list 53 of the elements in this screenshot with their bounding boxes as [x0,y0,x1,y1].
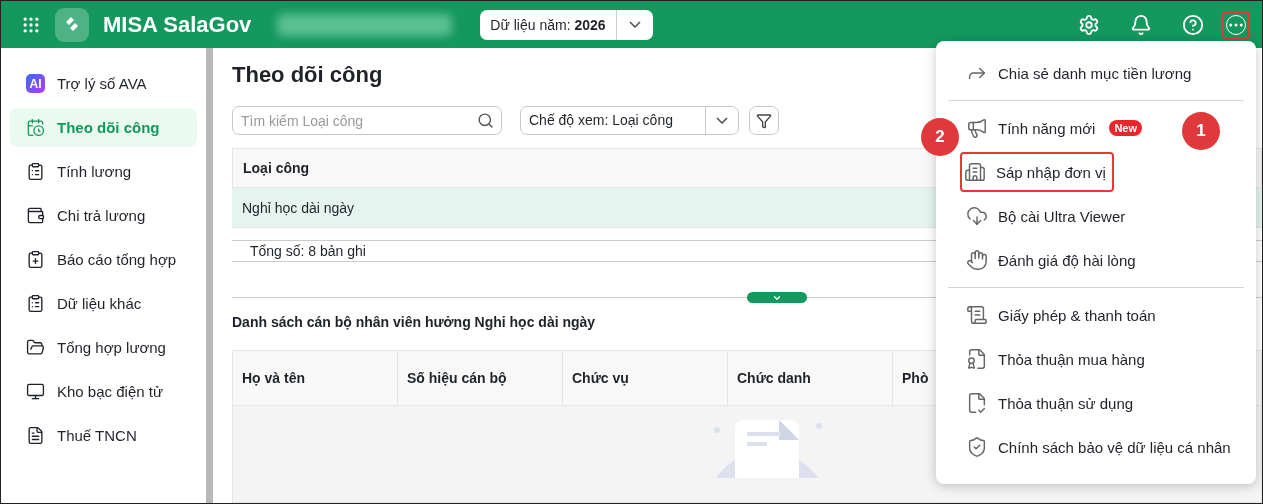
chevron-down-icon [716,117,728,124]
column-header: Họ và tên [233,351,398,405]
ai-icon: AI [26,74,45,93]
ellipsis-button[interactable] [1222,10,1250,39]
clipboard-icon [26,294,45,313]
building-icon [964,161,986,183]
year-picker[interactable]: Dữ liệu năm: 2026 [480,9,653,40]
collapse-handle[interactable] [747,292,807,303]
chevron-down-icon [628,21,641,28]
document-icon [26,426,45,445]
view-mode-select[interactable]: Chế độ xem: Loại công [520,106,739,135]
new-badge: New [1109,120,1142,136]
app-name: MISA SalaGov [103,11,252,38]
sidebar-item[interactable]: Tính lương [10,152,197,191]
help-icon [1182,13,1204,36]
calendar-clock-icon [26,118,45,137]
column-header: Số hiệu cán bộ [398,351,563,405]
menu-item[interactable]: Sáp nhập đơn vị [960,152,1114,192]
search-icon [477,112,494,129]
clipboard-icon [26,162,45,181]
filter-button[interactable] [749,106,779,135]
sidebar-item[interactable]: Thuế TNCN [10,416,197,455]
document-check-icon [966,392,988,414]
sidebar-item[interactable]: Dữ liệu khác [10,284,197,323]
settings-icon [1078,13,1100,36]
scroll-icon [966,304,988,326]
cloud-download-icon [966,205,988,227]
monitor-icon [26,382,45,401]
page-title: Theo dõi công [232,62,383,88]
funnel-icon [756,112,772,129]
column-header: Loại công [243,160,310,176]
menu-item[interactable]: Tính năng mới New [964,106,1150,150]
column-header: Chức vụ [563,351,728,405]
menu-item[interactable]: Chính sách bảo vệ dữ liệu cá nhân [964,425,1239,469]
sidebar-item[interactable]: AI Trợ lý số AVA [10,64,197,103]
clipboard-icon [26,250,45,269]
megaphone-icon [966,117,988,139]
folder-icon [26,338,45,357]
menu-item[interactable]: Giấy phép & thanh toán [964,293,1164,337]
sidebar-item[interactable]: Tổng hợp lương [10,328,197,367]
sidebar-item[interactable]: Báo cáo tổng hợp [10,240,197,279]
document-badge-icon [966,348,988,370]
logo-icon [55,7,89,42]
shield-icon [966,436,988,458]
menu-item[interactable]: Chia sẻ danh mục tiền lương [964,51,1200,95]
wallet-icon [26,206,45,225]
column-header: Chức danh [728,351,893,405]
bell-icon [1130,13,1152,36]
sidebar-item[interactable]: Kho bạc điện tử [10,372,197,411]
hand-icon [966,249,988,271]
sidebar-item[interactable]: Chi trả lương [10,196,197,235]
section-title: Danh sách cán bộ nhân viên hưởng Nghỉ học dài ngày [232,314,596,330]
search-field[interactable]: Tìm kiếm Loại công [232,106,502,135]
